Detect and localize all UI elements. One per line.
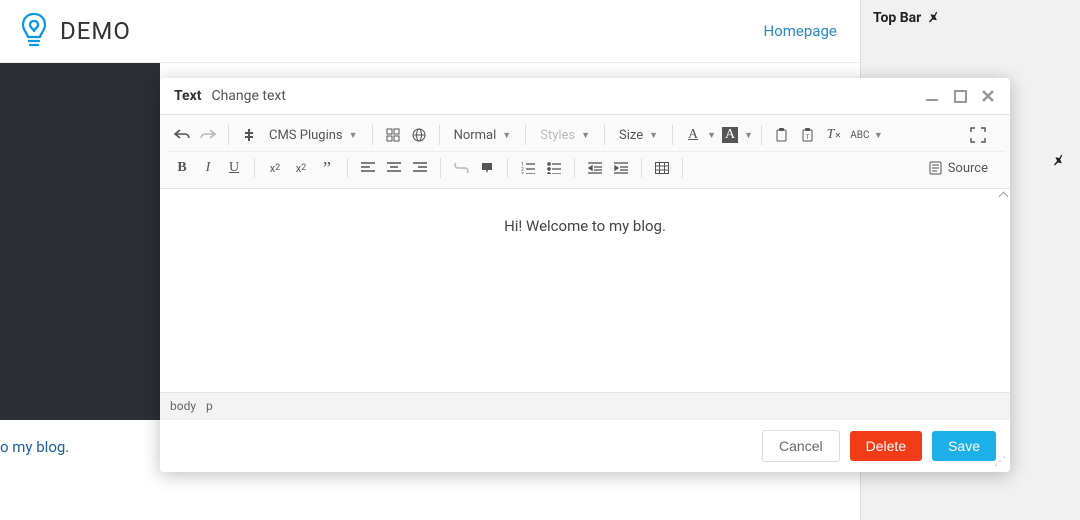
superscript-icon[interactable]: x2	[289, 156, 313, 180]
topbar-row[interactable]: Top Bar	[873, 10, 1068, 26]
show-blocks-icon[interactable]	[381, 123, 405, 147]
elements-path: body p	[160, 392, 1010, 419]
remove-format-icon[interactable]: T✕	[822, 123, 846, 147]
close-icon[interactable]	[980, 88, 996, 104]
modal-subtitle: Change text	[211, 88, 285, 104]
indent-icon[interactable]	[609, 156, 633, 180]
svg-text:3: 3	[521, 172, 524, 174]
editor-content[interactable]: Hi! Welcome to my blog.	[160, 189, 1010, 235]
logo-wrap: DEMO	[18, 11, 131, 51]
pin-icon-secondary[interactable]	[1052, 154, 1066, 168]
resize-grip-icon[interactable]: ⋰	[994, 454, 1006, 468]
path-body[interactable]: body	[170, 399, 196, 413]
format-styles-dropdown[interactable]: Styles▼	[534, 126, 596, 145]
window-controls	[924, 88, 996, 104]
align-left-icon[interactable]	[356, 156, 380, 180]
blockquote-icon[interactable]: ”	[315, 156, 339, 180]
format-normal-dropdown[interactable]: Normal▼	[448, 126, 518, 145]
bullet-list-icon[interactable]	[542, 156, 566, 180]
pin-icon[interactable]	[927, 11, 941, 25]
align-right-icon[interactable]	[408, 156, 432, 180]
paste-text-icon[interactable]: T	[796, 123, 820, 147]
lightbulb-icon	[18, 11, 50, 51]
plugin-icon[interactable]	[237, 123, 261, 147]
bg-color-icon[interactable]: A	[718, 123, 742, 147]
align-center-icon[interactable]	[382, 156, 406, 180]
brand-text: DEMO	[60, 17, 131, 45]
paste-icon[interactable]	[770, 123, 794, 147]
edit-text-modal: Text Change text CMS Plugins▼ Normal▼ St…	[160, 78, 1010, 472]
svg-text:T: T	[806, 134, 810, 141]
text-color-icon[interactable]: A	[681, 123, 705, 147]
underline-icon[interactable]: U	[222, 156, 246, 180]
source-button[interactable]: Source	[929, 161, 1000, 176]
path-p[interactable]: p	[206, 399, 213, 413]
outdent-icon[interactable]	[583, 156, 607, 180]
modal-title: Text	[174, 88, 201, 104]
redo-icon[interactable]	[196, 123, 220, 147]
nav-homepage[interactable]: Homepage	[764, 22, 837, 40]
maximize-icon[interactable]	[952, 88, 968, 104]
anchor-icon[interactable]	[475, 156, 499, 180]
spellcheck-icon[interactable]: ABC	[848, 123, 872, 147]
globe-icon[interactable]	[407, 123, 431, 147]
minimize-icon[interactable]	[924, 88, 940, 104]
cms-plugins-dropdown[interactable]: CMS Plugins▼	[263, 126, 364, 145]
table-icon[interactable]	[650, 156, 674, 180]
link-icon[interactable]	[449, 156, 473, 180]
blog-link-truncated[interactable]: o my blog.	[0, 430, 69, 464]
delete-button[interactable]: Delete	[850, 431, 922, 461]
editor-maximize-icon[interactable]	[966, 123, 990, 147]
modal-header: Text Change text	[160, 78, 1010, 114]
format-size-dropdown[interactable]: Size▼	[613, 126, 664, 145]
modal-footer: Cancel Delete Save ⋰	[160, 419, 1010, 472]
cancel-button[interactable]: Cancel	[762, 430, 840, 462]
undo-icon[interactable]	[170, 123, 194, 147]
editor-toolbar: CMS Plugins▼ Normal▼ Styles▼ Size▼ A▼ A▼…	[160, 114, 1010, 189]
scrollbar[interactable]	[998, 189, 1008, 419]
numbered-list-icon[interactable]: 123	[516, 156, 540, 180]
bold-icon[interactable]: B	[170, 156, 194, 180]
subscript-icon[interactable]: x2	[263, 156, 287, 180]
hero-strip	[0, 63, 160, 420]
italic-icon[interactable]: I	[196, 156, 220, 180]
save-button[interactable]: Save	[932, 431, 996, 461]
topbar-label: Top Bar	[873, 10, 921, 26]
editor-body[interactable]: Hi! Welcome to my blog. body p	[160, 189, 1010, 419]
